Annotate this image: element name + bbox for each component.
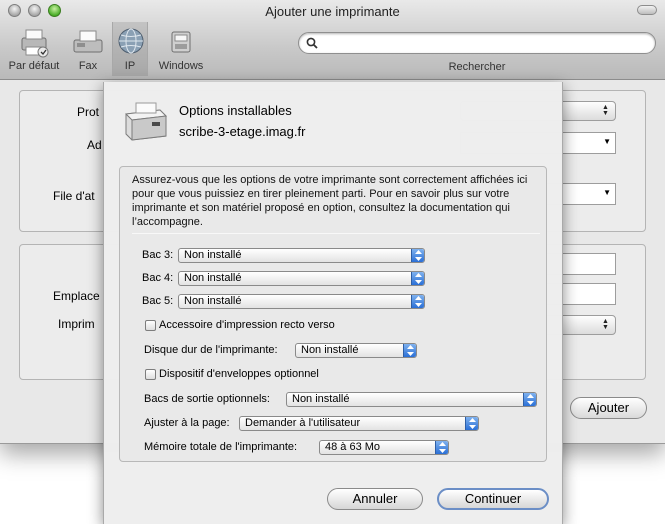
- windows-printer-icon: [171, 31, 191, 53]
- popup-arrows-icon: [523, 393, 536, 406]
- toolbar-fax-label: Fax: [78, 60, 98, 72]
- toolbar-windows-button[interactable]: Windows: [154, 26, 208, 76]
- separator: [132, 233, 540, 234]
- globe-icon: [118, 28, 144, 54]
- fit-page-popup[interactable]: Demander à l'utilisateur: [239, 416, 479, 431]
- continue-button[interactable]: Continuer: [437, 488, 549, 510]
- popup-arrows-icon: [435, 441, 448, 454]
- tray5-value: Non installé: [184, 295, 242, 307]
- intro-text: Assurez-vous que les options de votre im…: [132, 174, 528, 228]
- printer-icon: [21, 29, 49, 58]
- fit-page-label: Ajuster à la page:: [144, 417, 230, 429]
- tray3-label: Bac 3:: [142, 249, 174, 261]
- toolbar-ip-label: IP: [124, 60, 136, 72]
- toolbar-default-label: Par défaut: [8, 60, 60, 72]
- tray4-popup[interactable]: Non installé: [178, 271, 425, 286]
- toolbar-fax-button[interactable]: Fax: [68, 26, 108, 76]
- popup-arrows-icon: [411, 295, 424, 308]
- queue-label: File d'at: [53, 189, 95, 203]
- envelope-checkbox[interactable]: [145, 369, 156, 380]
- memory-value: 48 à 63 Mo: [325, 441, 381, 453]
- toolbar-ip-button[interactable]: IP: [112, 22, 148, 76]
- hard-disk-label: Disque dur de l'imprimante:: [144, 344, 278, 356]
- output-bins-label: Bacs de sortie optionnels:: [144, 393, 270, 405]
- popup-arrows-icon: [411, 272, 424, 285]
- search-label: Rechercher: [448, 61, 506, 73]
- installable-options-sheet: Options installables scribe-3-etage.imag…: [103, 82, 563, 524]
- tray3-value: Non installé: [184, 249, 242, 261]
- protocol-label: Prot: [77, 105, 100, 119]
- tray4-label: Bac 4:: [142, 272, 174, 284]
- toolbar-default-button[interactable]: Par défaut: [4, 26, 64, 76]
- duplex-checkbox[interactable]: [145, 320, 156, 331]
- print-using-label: Imprim: [58, 317, 95, 331]
- output-bins-popup[interactable]: Non installé: [286, 392, 537, 407]
- tray5-popup[interactable]: Non installé: [178, 294, 425, 309]
- tray4-value: Non installé: [184, 272, 242, 284]
- popup-arrows-icon: ▲ ▼: [602, 318, 609, 331]
- cancel-button[interactable]: Annuler: [327, 488, 423, 510]
- popup-arrows-icon: ▲ ▼: [602, 104, 609, 117]
- tray5-label: Bac 5:: [142, 295, 174, 307]
- options-panel: Assurez-vous que les options de votre im…: [119, 166, 547, 462]
- envelope-label: Dispositif d'enveloppes optionnel: [159, 368, 319, 380]
- laser-printer-icon: [124, 102, 168, 141]
- duplex-label: Accessoire d'impression recto verso: [159, 319, 335, 331]
- popup-arrows-icon: [411, 249, 424, 262]
- fit-page-value: Demander à l'utilisateur: [245, 417, 361, 429]
- add-button[interactable]: Ajouter: [570, 397, 647, 419]
- toolbar-windows-label: Windows: [158, 60, 204, 72]
- fax-icon: [73, 30, 103, 53]
- window-title: Ajouter une imprimante: [265, 4, 400, 19]
- printer-hostname: scribe-3-etage.imag.fr: [179, 124, 306, 139]
- memory-label: Mémoire totale de l'imprimante:: [144, 441, 298, 453]
- hard-disk-value: Non installé: [301, 344, 359, 356]
- popup-arrows-icon: [403, 344, 416, 357]
- sheet-title: Options installables: [179, 103, 292, 118]
- location-label: Emplace: [53, 289, 100, 303]
- search-icon: [306, 37, 318, 49]
- search-field[interactable]: [298, 32, 656, 54]
- titlebar: Ajouter une imprimante Par défaut Fax IP…: [0, 0, 665, 80]
- hard-disk-popup[interactable]: Non installé: [295, 343, 417, 358]
- queue-dropdown-icon: ▼: [603, 188, 611, 197]
- output-bins-value: Non installé: [292, 393, 350, 405]
- toolbar-toggle-button[interactable]: [637, 5, 657, 15]
- tray3-popup[interactable]: Non installé: [178, 248, 425, 263]
- popup-arrows-icon: [465, 417, 478, 430]
- address-dropdown-icon: ▼: [603, 137, 611, 146]
- memory-popup[interactable]: 48 à 63 Mo: [319, 440, 449, 455]
- address-label: Ad: [87, 138, 102, 152]
